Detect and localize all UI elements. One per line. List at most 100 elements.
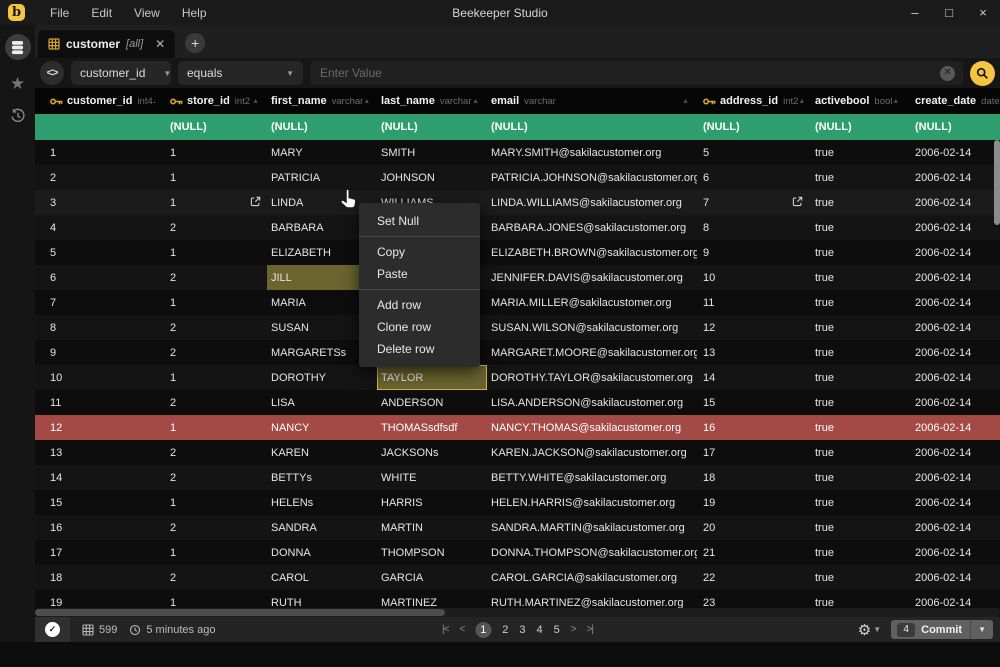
pagination-page-4[interactable]: 4 <box>537 624 543 636</box>
expand-cell-button[interactable] <box>792 196 803 207</box>
cell[interactable]: true <box>809 515 899 540</box>
cell[interactable]: true <box>809 490 899 515</box>
cell[interactable]: true <box>809 565 899 590</box>
cell[interactable]: true <box>809 390 899 415</box>
context-menu-item-paste[interactable]: Paste <box>359 263 480 285</box>
menu-help[interactable]: Help <box>171 6 218 20</box>
cell[interactable]: MARIA.MILLER@sakilacustomer.org <box>487 290 697 315</box>
cell[interactable]: 2006-02-14 <box>899 315 1000 340</box>
commit-dropdown-button[interactable]: ▼ <box>971 625 993 634</box>
cell[interactable]: CAROL <box>267 565 377 590</box>
column-header-email[interactable]: emailvarchar▲ <box>487 88 697 114</box>
cell[interactable]: NANCY <box>267 415 377 440</box>
cell[interactable]: 2006-02-14 <box>899 390 1000 415</box>
cell[interactable]: true <box>809 540 899 565</box>
cell[interactable]: 12 <box>35 415 155 440</box>
tab-customer[interactable]: customer [all] ✕ <box>38 30 175 58</box>
cell[interactable]: (NULL) <box>487 114 697 140</box>
cell[interactable]: 4 <box>35 215 155 240</box>
cell[interactable]: CAROL.GARCIA@sakilacustomer.org <box>487 565 697 590</box>
cell[interactable]: 2 <box>155 215 267 240</box>
cell[interactable]: 2006-02-14 <box>899 515 1000 540</box>
cell[interactable]: 2006-02-14 <box>899 440 1000 465</box>
cell[interactable]: BARBARA.JONES@sakilacustomer.org <box>487 215 697 240</box>
cell[interactable]: BETTYs <box>267 465 377 490</box>
cell[interactable]: 2 <box>155 340 267 365</box>
cell[interactable]: 16 <box>697 415 809 440</box>
cell[interactable]: 17 <box>35 540 155 565</box>
table-settings-button[interactable]: ⚙ ▼ <box>858 621 881 639</box>
table-row[interactable]: 121NANCYTHOMASsdfsdfNANCY.THOMAS@sakilac… <box>35 415 1000 440</box>
column-header-address_id[interactable]: address_idint2▲ <box>697 88 809 114</box>
cell[interactable]: true <box>809 240 899 265</box>
expand-cell-button[interactable] <box>250 196 261 207</box>
cell[interactable]: 11 <box>35 390 155 415</box>
cell[interactable]: 16 <box>35 515 155 540</box>
cell[interactable]: 2006-02-14 <box>899 215 1000 240</box>
cell[interactable]: 2 <box>155 465 267 490</box>
cell[interactable]: 2006-02-14 <box>899 265 1000 290</box>
cell[interactable]: 1 <box>155 540 267 565</box>
context-menu-item-add-row[interactable]: Add row <box>359 294 480 316</box>
cell[interactable]: 3 <box>35 190 155 215</box>
cell[interactable]: 2006-02-14 <box>899 365 1000 390</box>
table-row[interactable]: 42BARBARAJONESBARBARA.JONES@sakilacustom… <box>35 215 1000 240</box>
cell[interactable]: 8 <box>35 315 155 340</box>
cell[interactable]: 22 <box>697 565 809 590</box>
sidebar-item-history[interactable] <box>10 108 26 129</box>
context-menu-item-copy[interactable]: Copy <box>359 241 480 263</box>
cell[interactable]: PATRICIA.JOHNSON@sakilacustomer.org <box>487 165 697 190</box>
cell[interactable]: JOHNSON <box>377 165 487 190</box>
cell[interactable]: THOMASsdfsdf <box>377 415 487 440</box>
sort-caret-icon[interactable]: ▲ <box>363 98 370 105</box>
cell[interactable]: true <box>809 315 899 340</box>
cell[interactable]: 2006-02-14 <box>899 490 1000 515</box>
table-row[interactable]: 132KARENJACKSONsKAREN.JACKSON@sakilacust… <box>35 440 1000 465</box>
cell[interactable]: 2006-02-14 <box>899 415 1000 440</box>
cell[interactable]: MARGARET.MOORE@sakilacustomer.org <box>487 340 697 365</box>
cell[interactable]: 13 <box>697 340 809 365</box>
cell[interactable]: true <box>809 465 899 490</box>
cell[interactable]: 10 <box>697 265 809 290</box>
table-row[interactable]: 11MARYSMITHMARY.SMITH@sakilacustomer.org… <box>35 140 1000 165</box>
cell[interactable]: 2 <box>155 515 267 540</box>
table-row[interactable]: 162SANDRAMARTINSANDRA.MARTIN@sakilacusto… <box>35 515 1000 540</box>
cell[interactable]: BETTY.WHITE@sakilacustomer.org <box>487 465 697 490</box>
cell[interactable]: ANDERSON <box>377 390 487 415</box>
cell[interactable]: NANCY.THOMAS@sakilacustomer.org <box>487 415 697 440</box>
column-header-last_name[interactable]: last_namevarchar▲ <box>377 88 487 114</box>
cell[interactable]: HELEN.HARRIS@sakilacustomer.org <box>487 490 697 515</box>
cell[interactable]: (NULL) <box>899 114 1000 140</box>
cell[interactable]: 6 <box>697 165 809 190</box>
cell[interactable]: 2006-02-14 <box>899 140 1000 165</box>
apply-filter-button[interactable] <box>970 61 995 86</box>
cell[interactable]: 14 <box>35 465 155 490</box>
cell[interactable]: 17 <box>697 440 809 465</box>
menu-file[interactable]: File <box>39 6 80 20</box>
sort-caret-icon[interactable]: ▲ <box>892 98 899 105</box>
cell[interactable]: 1 <box>35 140 155 165</box>
pagination-page-2[interactable]: 2 <box>502 624 508 636</box>
table-row[interactable]: 62JILLDAVISJENNIFER.DAVIS@sakilacustomer… <box>35 265 1000 290</box>
cell[interactable]: HELENs <box>267 490 377 515</box>
cell[interactable]: 18 <box>35 565 155 590</box>
table-row[interactable]: 71MARIAMILLERMARIA.MILLER@sakilacustomer… <box>35 290 1000 315</box>
cell[interactable]: 1 <box>155 240 267 265</box>
cell[interactable]: 2 <box>155 390 267 415</box>
sort-caret-icon[interactable]: ▲ <box>472 98 479 105</box>
filter-operator-select[interactable]: equals ▼ <box>178 61 303 85</box>
cell[interactable]: true <box>809 265 899 290</box>
cell[interactable]: 21 <box>697 540 809 565</box>
cell[interactable]: 14 <box>697 365 809 390</box>
cell[interactable]: KAREN <box>267 440 377 465</box>
cell[interactable]: 5 <box>35 240 155 265</box>
pagination-page-1[interactable]: 1 <box>475 622 491 638</box>
cell[interactable]: MARY <box>267 140 377 165</box>
table-row[interactable]: (NULL)(NULL)(NULL)(NULL)(NULL)(NULL)(NUL… <box>35 114 1000 140</box>
cell[interactable]: 2006-02-14 <box>899 465 1000 490</box>
table-row[interactable]: 101DOROTHYTAYLORDOROTHY.TAYLOR@sakilacus… <box>35 365 1000 390</box>
pagination-page-3[interactable]: 3 <box>519 624 525 636</box>
cell[interactable]: PATRICIA <box>267 165 377 190</box>
minimize-button[interactable]: – <box>898 0 932 25</box>
column-header-first_name[interactable]: first_namevarchar▲ <box>267 88 377 114</box>
